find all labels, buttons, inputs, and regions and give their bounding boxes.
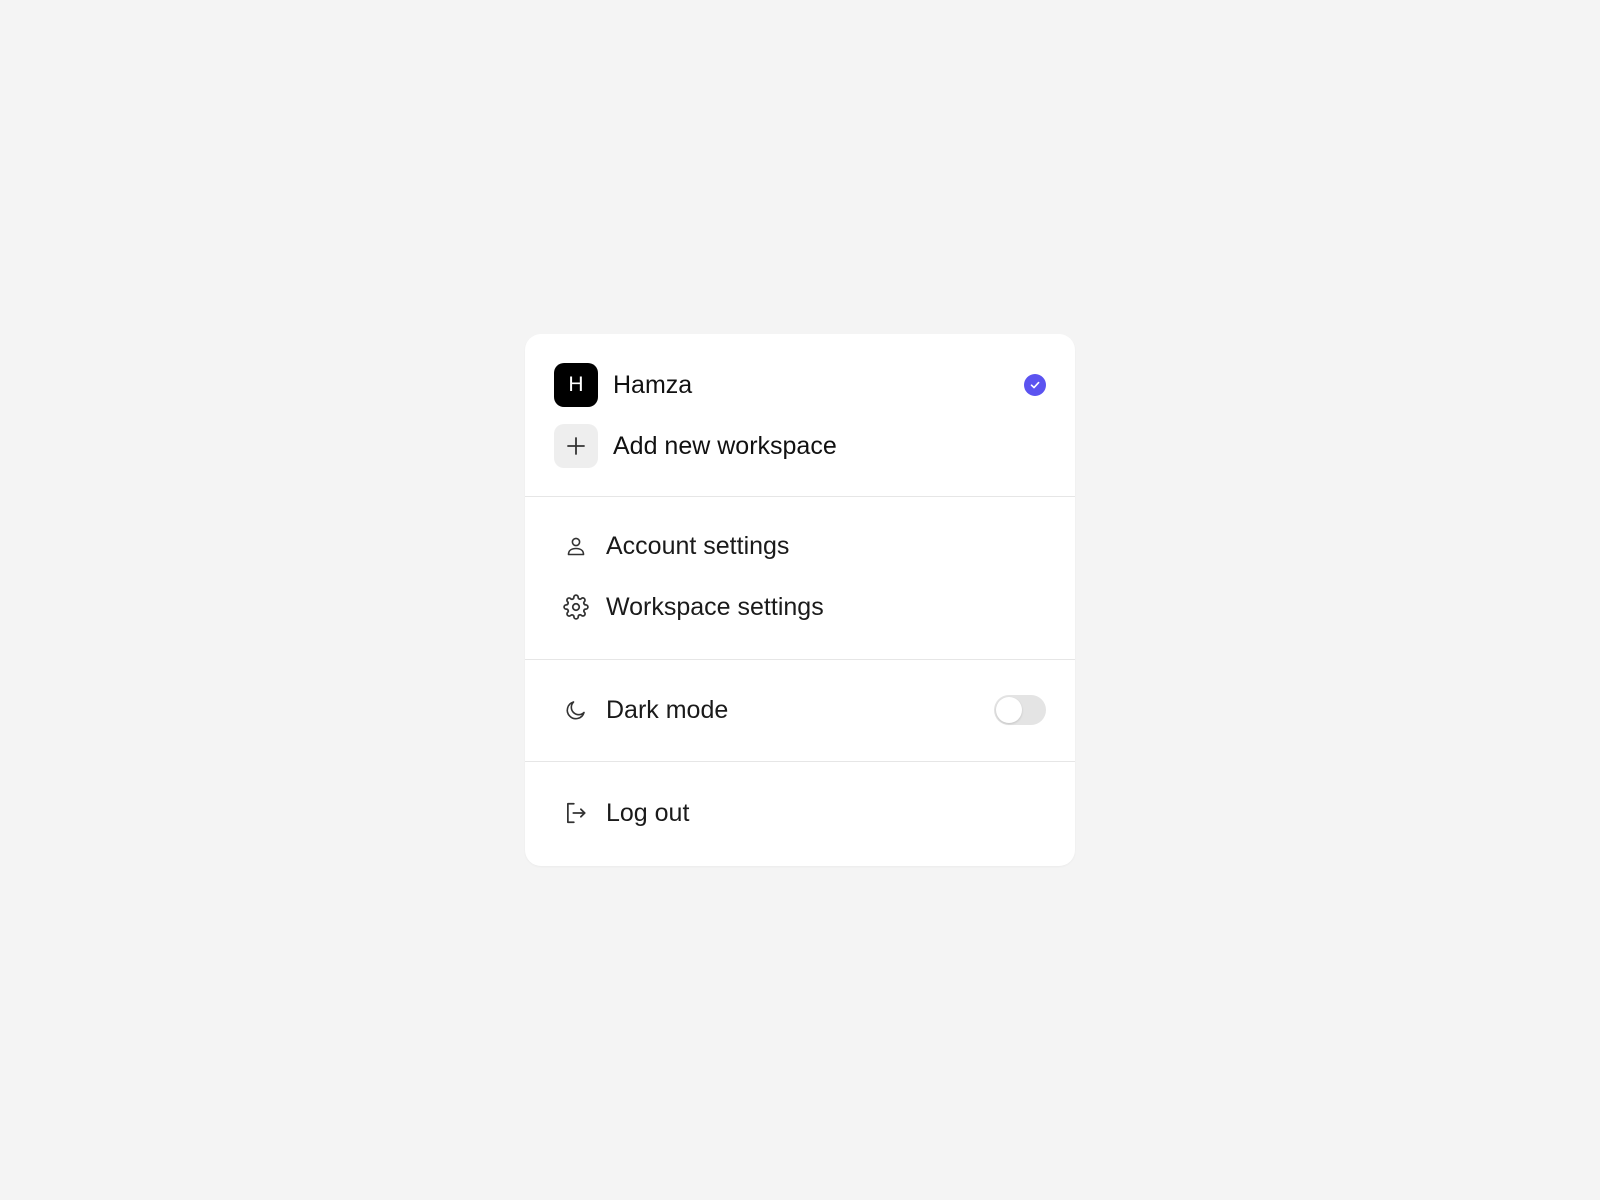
- logout-button[interactable]: Log out: [554, 791, 1046, 835]
- add-workspace-label: Add new workspace: [613, 431, 837, 460]
- account-settings-label: Account settings: [606, 531, 790, 560]
- workspace-settings-item[interactable]: Workspace settings: [554, 585, 1046, 629]
- account-settings-item[interactable]: Account settings: [554, 524, 1046, 568]
- workspace-avatar-initial: H: [568, 373, 584, 396]
- dark-mode-label: Dark mode: [606, 695, 729, 724]
- gear-icon: [554, 585, 598, 629]
- toggle-knob: [996, 697, 1022, 723]
- workspace-item-hamza[interactable]: H Hamza: [554, 363, 1046, 407]
- moon-icon: [554, 688, 598, 732]
- workspace-name: Hamza: [613, 370, 693, 399]
- settings-section: Account settings Workspace settings: [525, 497, 1075, 660]
- appearance-section: Dark mode: [525, 660, 1075, 762]
- plus-icon: [554, 424, 598, 468]
- workspace-settings-label: Workspace settings: [606, 592, 824, 621]
- workspace-avatar: H: [554, 363, 598, 407]
- user-icon: [554, 524, 598, 568]
- dark-mode-item[interactable]: Dark mode: [554, 688, 1046, 732]
- logout-section: Log out: [525, 762, 1075, 866]
- selected-check-icon: [1024, 374, 1046, 396]
- account-menu: H Hamza Add new workspace Account settin…: [525, 334, 1075, 866]
- dark-mode-toggle[interactable]: [994, 695, 1046, 725]
- logout-label: Log out: [606, 798, 690, 827]
- add-workspace-button[interactable]: Add new workspace: [554, 424, 1046, 468]
- workspace-section: H Hamza Add new workspace: [525, 334, 1075, 497]
- logout-icon: [554, 791, 598, 835]
